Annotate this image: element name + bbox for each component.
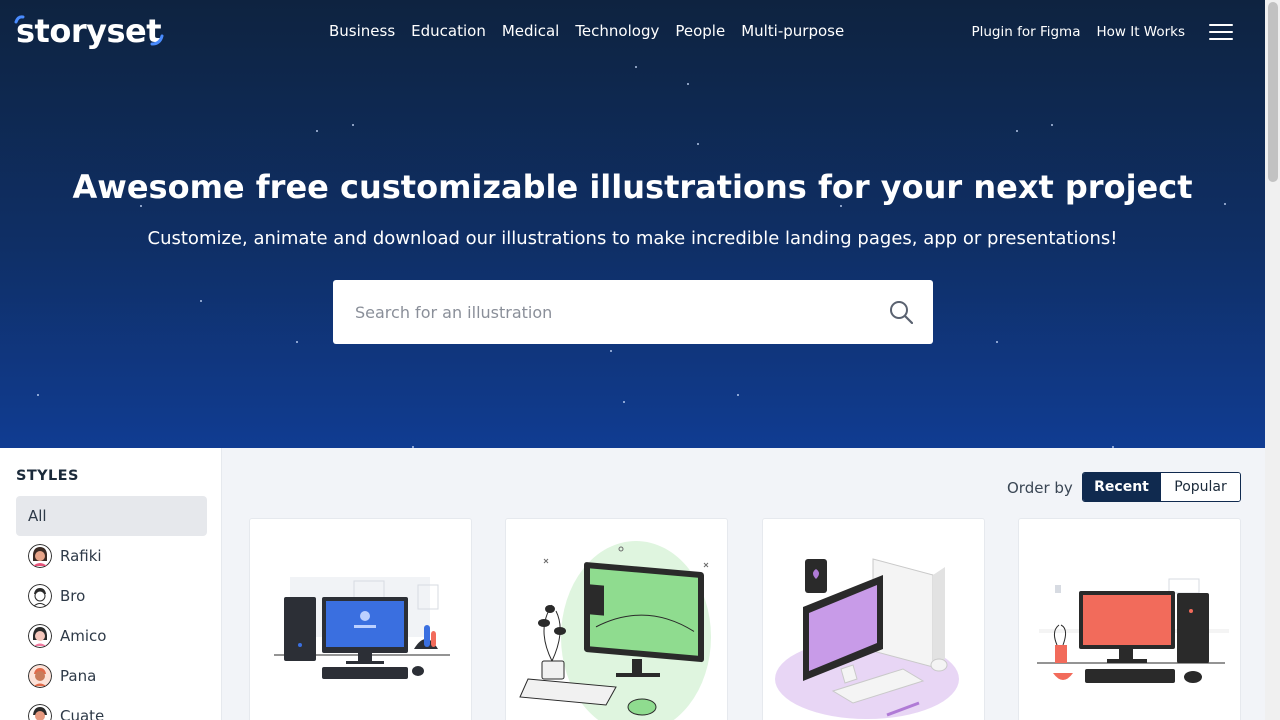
style-item-cuate[interactable]: Cuate	[16, 696, 207, 720]
search-icon[interactable]	[889, 300, 913, 324]
style-item-label: Pana	[60, 667, 97, 685]
style-item-rafiki[interactable]: Rafiki	[16, 536, 207, 576]
nav-education[interactable]: Education	[411, 22, 486, 40]
red-monitor-desk-illustration-icon	[1037, 578, 1229, 683]
order-by-label: Order by	[1007, 479, 1073, 497]
order-recent-button[interactable]: Recent	[1083, 473, 1160, 501]
star-dot	[200, 300, 202, 302]
search-input[interactable]	[355, 292, 875, 332]
star-dot	[296, 341, 298, 343]
star-dot	[412, 446, 414, 448]
star-dot	[1112, 446, 1114, 448]
nav-business[interactable]: Business	[329, 22, 395, 40]
plugin-for-figma-link[interactable]: Plugin for Figma	[971, 24, 1080, 40]
star-dot	[37, 394, 39, 396]
bro-avatar-icon	[28, 584, 52, 608]
star-dot	[737, 394, 739, 396]
style-item-label: Amico	[60, 627, 107, 645]
pana-avatar-icon	[28, 664, 52, 688]
cuate-avatar-icon	[28, 704, 52, 720]
illustration-card[interactable]	[505, 518, 728, 720]
storyset-logo[interactable]: storyset	[16, 12, 162, 50]
star-dot	[610, 350, 612, 352]
star-dot	[996, 341, 998, 343]
styles-sidebar: STYLES All Rafiki Bro Amico Pana Cuate	[0, 448, 222, 720]
nav-people[interactable]: People	[675, 22, 725, 40]
illustration-card[interactable]	[249, 518, 472, 720]
hamburger-menu-icon[interactable]	[1209, 23, 1233, 41]
style-item-label: Bro	[60, 587, 86, 605]
hero-banner: storyset Business Education Medical Tech…	[0, 0, 1265, 448]
star-dot	[352, 124, 354, 126]
nav-multi-purpose[interactable]: Multi-purpose	[741, 22, 844, 40]
star-dot	[623, 401, 625, 403]
star-dot	[687, 83, 689, 85]
amico-avatar-icon	[28, 624, 52, 648]
how-it-works-link[interactable]: How It Works	[1096, 24, 1185, 40]
star-dot	[697, 143, 699, 145]
nav-technology[interactable]: Technology	[575, 22, 659, 40]
computer-desk-illustration-icon	[274, 577, 450, 679]
category-nav: Business Education Medical Technology Pe…	[329, 22, 844, 40]
monitor-plant-illustration-icon	[519, 541, 711, 720]
nav-medical[interactable]: Medical	[502, 22, 559, 40]
style-item-bro[interactable]: Bro	[16, 576, 207, 616]
star-dot	[1051, 124, 1053, 126]
search-bar	[333, 280, 933, 344]
rafiki-avatar-icon	[28, 544, 52, 568]
secondary-nav: Plugin for Figma How It Works	[971, 24, 1185, 40]
style-item-label: Cuate	[60, 707, 105, 720]
scrollbar-thumb[interactable]	[1268, 2, 1278, 182]
order-popular-button[interactable]: Popular	[1160, 473, 1240, 501]
purple-computer-illustration-icon	[775, 558, 959, 719]
hero-title: Awesome free customizable illustrations …	[72, 168, 1193, 206]
star-dot	[316, 130, 318, 132]
style-item-label: All	[28, 507, 47, 525]
order-toggle: Recent Popular	[1082, 472, 1241, 502]
style-item-amico[interactable]: Amico	[16, 616, 207, 656]
illustration-card[interactable]	[762, 518, 985, 720]
star-dot	[1016, 130, 1018, 132]
illustration-card[interactable]	[1018, 518, 1241, 720]
page-scrollbar[interactable]	[1265, 0, 1280, 720]
style-item-pana[interactable]: Pana	[16, 656, 207, 696]
style-item-label: Rafiki	[60, 547, 102, 565]
hero-subtitle: Customize, animate and download our illu…	[147, 228, 1118, 249]
style-item-all[interactable]: All	[16, 496, 207, 536]
star-dot	[635, 66, 637, 68]
styles-heading: STYLES	[16, 468, 79, 484]
